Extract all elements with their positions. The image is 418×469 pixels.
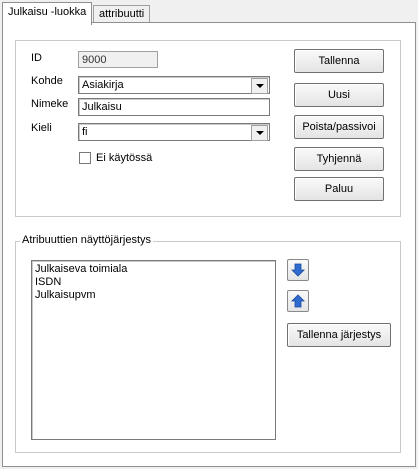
- tab-label: attribuutti: [99, 8, 145, 20]
- attribute-order-title: Atribuuttien näyttöjärjestys: [20, 234, 154, 247]
- tab-attribuutti[interactable]: attribuutti: [93, 5, 151, 23]
- list-item[interactable]: Julkaisupvm: [35, 289, 272, 302]
- tab-julkaisu-luokka[interactable]: Julkaisu -luokka: [2, 2, 93, 25]
- kieli-label: Kieli: [31, 122, 52, 134]
- kieli-select[interactable]: fi: [78, 123, 270, 141]
- ei-kaytossa-checkbox[interactable]: [79, 152, 91, 164]
- tab-label: Julkaisu -luokka: [8, 6, 87, 18]
- ei-kaytossa-label: Ei käytössä: [96, 152, 153, 164]
- move-down-button[interactable]: [287, 259, 309, 281]
- chevron-down-icon[interactable]: [251, 78, 268, 94]
- arrow-up-icon: [291, 294, 305, 308]
- save-button[interactable]: Tallenna: [294, 49, 384, 73]
- kohde-label: Kohde: [31, 75, 63, 87]
- kohde-select[interactable]: Asiakirja: [78, 76, 270, 94]
- save-order-button[interactable]: Tallenna järjestys: [287, 323, 391, 347]
- arrow-down-icon: [291, 263, 305, 277]
- id-field: 9000: [78, 51, 158, 68]
- clear-button[interactable]: Tyhjennä: [294, 147, 384, 171]
- nimeke-label: Nimeke: [31, 98, 69, 110]
- kohde-selected-value: Asiakirja: [82, 79, 124, 91]
- move-up-button[interactable]: [287, 290, 309, 312]
- attribute-order-list[interactable]: Julkaiseva toimiala ISDN Julkaisupvm: [31, 260, 276, 440]
- chevron-down-icon[interactable]: [251, 125, 268, 141]
- nimeke-input[interactable]: Julkaisu: [78, 98, 270, 116]
- kieli-selected-value: fi: [82, 126, 88, 138]
- delete-deactivate-button[interactable]: Poista/passivoi: [294, 115, 384, 139]
- list-item[interactable]: ISDN: [35, 276, 272, 289]
- new-button[interactable]: Uusi: [294, 83, 384, 107]
- back-button[interactable]: Paluu: [294, 177, 384, 201]
- id-label: ID: [31, 52, 42, 64]
- list-item[interactable]: Julkaiseva toimiala: [35, 263, 272, 276]
